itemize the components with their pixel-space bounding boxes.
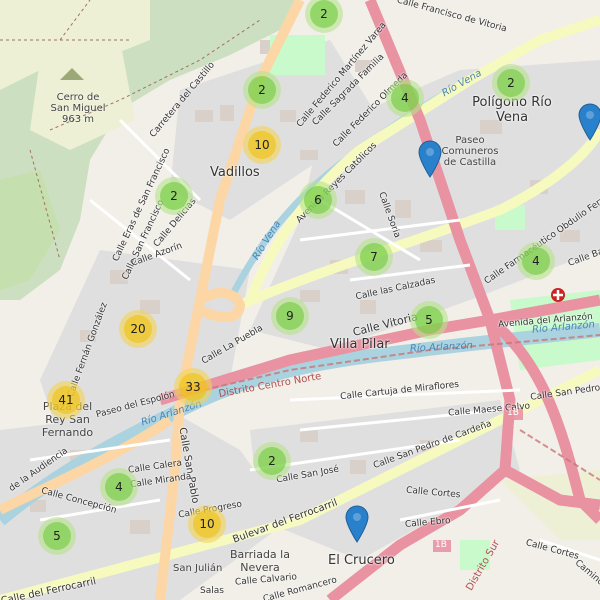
cluster-count: 5 <box>415 306 443 334</box>
cluster-count: 9 <box>276 302 304 330</box>
villa-pilar-label: Villa Pilar <box>330 337 390 352</box>
street-label: Salas <box>200 586 224 596</box>
cluster-count: 41 <box>52 386 80 414</box>
cluster-count: 10 <box>248 131 276 159</box>
cluster-count: 10 <box>193 510 221 538</box>
location-pin-marker[interactable] <box>344 505 370 543</box>
cluster-count: 2 <box>258 447 286 475</box>
cluster-marker[interactable]: 10 <box>188 505 226 543</box>
cluster-marker[interactable]: 2 <box>492 64 530 102</box>
cluster-count: 6 <box>304 186 332 214</box>
location-pin-marker[interactable] <box>577 103 600 141</box>
cluster-marker[interactable]: 33 <box>174 368 212 406</box>
paseo-label: Paseo Comuneros de Castilla <box>441 135 499 168</box>
vadillos-label: Vadillos <box>210 165 260 180</box>
cluster-count: 4 <box>522 247 550 275</box>
cluster-marker[interactable]: 20 <box>119 310 157 348</box>
location-pin-marker[interactable] <box>417 140 443 178</box>
cluster-marker[interactable]: 41 <box>47 381 85 419</box>
cluster-count: 20 <box>124 315 152 343</box>
cluster-marker[interactable]: 4 <box>100 468 138 506</box>
cluster-count: 4 <box>105 473 133 501</box>
cluster-marker[interactable]: 5 <box>410 301 448 339</box>
cluster-marker[interactable]: 9 <box>271 297 309 335</box>
barriada-label: Barriada la Nevera <box>230 548 290 574</box>
cluster-marker[interactable]: 4 <box>386 79 424 117</box>
cluster-count: 2 <box>248 76 276 104</box>
cluster-count: 2 <box>310 0 338 28</box>
cluster-count: 7 <box>360 243 388 271</box>
cluster-marker[interactable]: 10 <box>243 126 281 164</box>
cluster-marker[interactable]: 5 <box>38 517 76 555</box>
cluster-marker[interactable]: 4 <box>517 242 555 280</box>
cluster-marker[interactable]: 2 <box>253 442 291 480</box>
cluster-marker[interactable]: 6 <box>299 181 337 219</box>
crucero-label: El Crucero <box>328 553 395 568</box>
cluster-marker[interactable]: 7 <box>355 238 393 276</box>
san-julian-label: San Julián <box>173 563 223 574</box>
cluster-count: 2 <box>160 182 188 210</box>
cluster-marker[interactable]: 2 <box>243 71 281 109</box>
route-shield: 1B <box>507 408 519 418</box>
map-view[interactable]: Cerro de San Miguel 963 m Vadillos Políg… <box>0 0 600 600</box>
cerro-label: Cerro de San Miguel 963 m <box>50 92 106 125</box>
cluster-count: 4 <box>391 84 419 112</box>
cluster-count: 33 <box>179 373 207 401</box>
cluster-marker[interactable]: 2 <box>155 177 193 215</box>
cluster-count: 5 <box>43 522 71 550</box>
cluster-count: 2 <box>497 69 525 97</box>
route-shield: 1B <box>435 540 447 550</box>
